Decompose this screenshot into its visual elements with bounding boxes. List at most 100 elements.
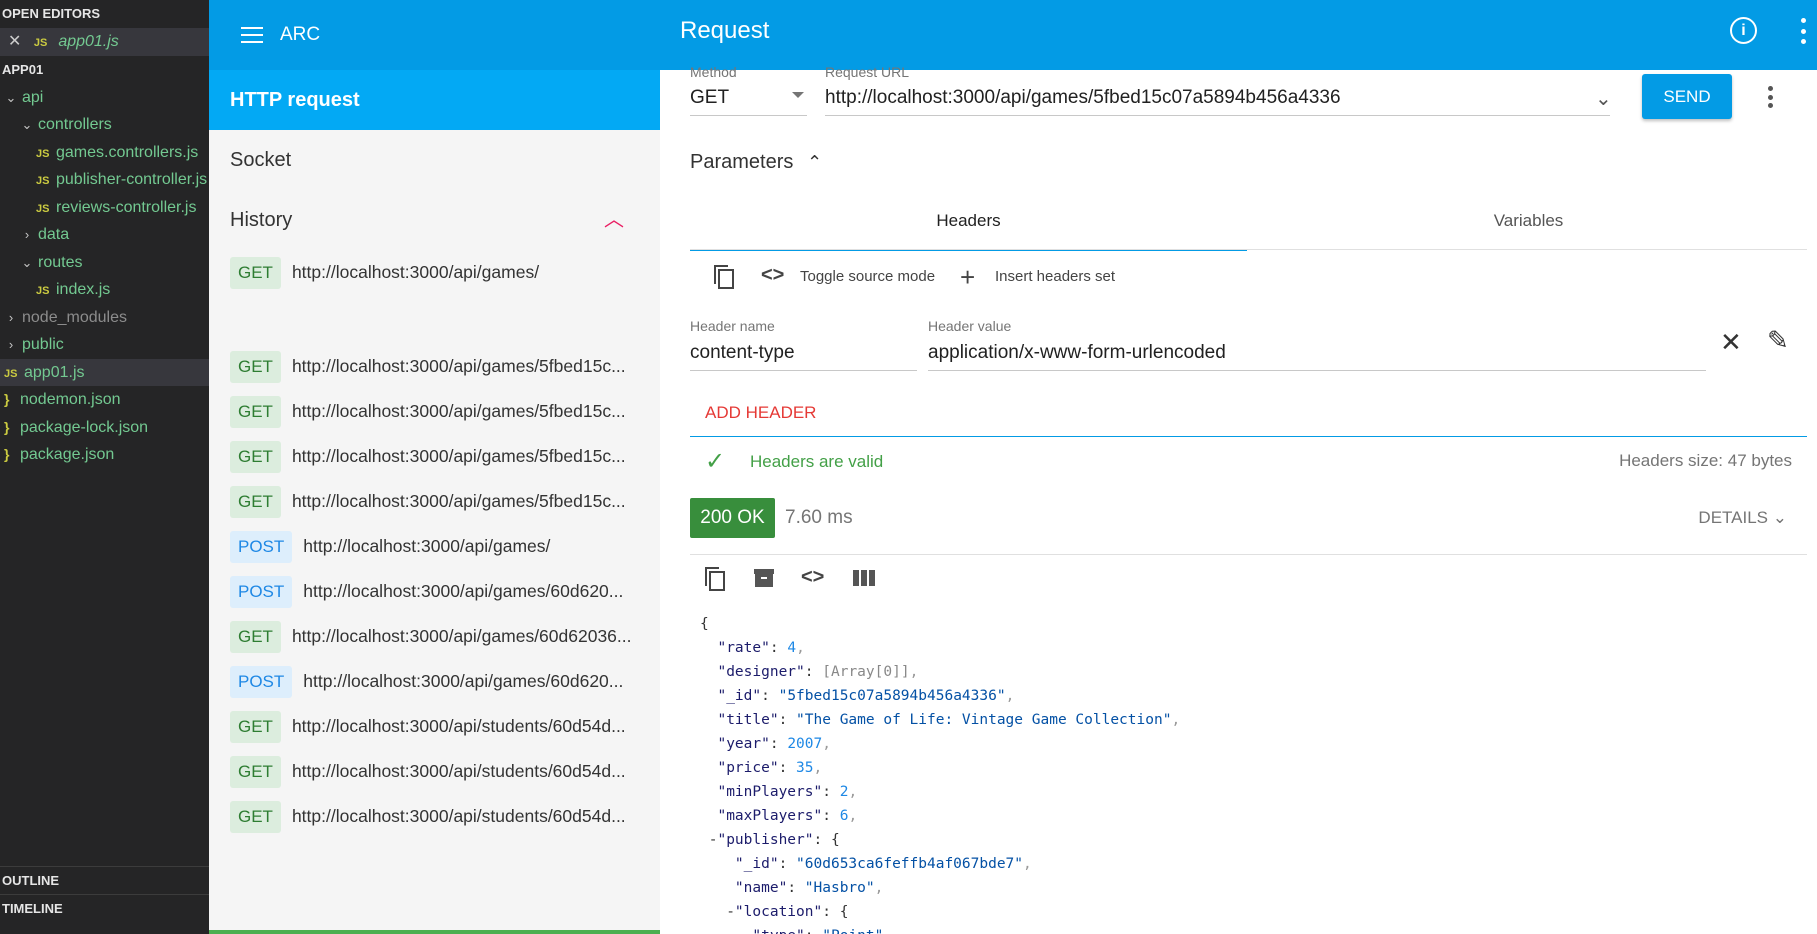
timeline-section[interactable]: TIMELINE (0, 894, 209, 923)
tree-item[interactable]: ⌄ api (0, 84, 209, 112)
outline-section[interactable]: OUTLINE (0, 866, 209, 895)
archive-icon[interactable] (752, 566, 776, 596)
project-header[interactable]: APP01 (0, 56, 209, 84)
details-label: DETAILS (1698, 508, 1769, 527)
json-token: : { (813, 832, 840, 848)
tree-item-label: node_modules (22, 308, 127, 326)
toggle-source-mode-button[interactable]: Toggle source mode (800, 268, 935, 285)
tree-item-label: package.json (20, 446, 115, 463)
tree-item[interactable]: › node_modules (0, 304, 209, 332)
menu-icon[interactable] (241, 27, 263, 43)
nav-socket[interactable]: Socket (209, 130, 660, 190)
tree-item[interactable]: JS app01.js (0, 358, 209, 386)
json-token: "year" (717, 736, 770, 752)
copy-icon[interactable] (712, 263, 736, 297)
tree-item[interactable]: › public (0, 331, 209, 359)
tree-item[interactable]: JS games.controllers.js (0, 139, 209, 167)
history-item[interactable]: POST http://localhost:3000/api/games/60d6… (209, 659, 660, 704)
add-icon[interactable]: + (960, 262, 975, 293)
add-header-button[interactable]: ADD HEADER (705, 403, 816, 423)
code-icon[interactable]: <> (761, 264, 784, 287)
more-vert-icon[interactable] (1768, 86, 1774, 108)
json-line: "name": "Hasbro", (700, 876, 1180, 900)
url-input[interactable]: http://localhost:3000/api/games/5fbed15c… (825, 87, 1341, 109)
tree-item[interactable]: JS index.js (0, 276, 209, 304)
open-editor-item[interactable]: ✕ JS app01.js (0, 28, 209, 56)
parameters-label[interactable]: Parameters (690, 151, 793, 174)
json-token: 35 (796, 760, 814, 776)
tree-item[interactable]: ⌄ routes (0, 249, 209, 277)
send-button[interactable]: SEND (1642, 74, 1732, 119)
more-vert-icon[interactable] (1801, 18, 1807, 44)
tree-item-label: controllers (38, 116, 112, 133)
history-item[interactable]: GET http://localhost:3000/api/games/5fbed… (209, 344, 660, 389)
info-icon[interactable]: i (1730, 17, 1757, 44)
chevron-up-icon[interactable]: ︿ (604, 190, 624, 250)
response-json-viewer[interactable]: { "rate": 4, "designer": [Array[0]], "_i… (700, 612, 1180, 934)
chevron-up-icon[interactable]: ⌄ (807, 150, 822, 171)
vscode-explorer: OPEN EDITORS ✕ JS app01.js APP01 ⌄ api ⌄ co… (0, 0, 209, 934)
close-icon[interactable]: ✕ (1720, 327, 1742, 358)
history-item[interactable]: POST http://localhost:3000/api/games/60d6… (209, 569, 660, 614)
history-item[interactable]: GET http://localhost:3000/api/games/5fbed… (209, 479, 660, 524)
header-value-input[interactable]: application/x-www-form-urlencoded (928, 342, 1226, 364)
history-item[interactable]: GET http://localhost:3000/api/games/5fbed… (209, 434, 660, 479)
tree-item[interactable]: } package-lock.json (0, 414, 209, 442)
history-item[interactable]: GET http://localhost:3000/api/students/60… (209, 794, 660, 839)
tree-item[interactable]: } package.json (0, 441, 209, 469)
method-badge: POST (230, 665, 293, 698)
close-icon[interactable]: ✕ (8, 33, 21, 50)
history-item[interactable]: POST http://localhost:3000/api/games/ (209, 524, 660, 569)
json-token: "designer" (717, 664, 805, 680)
nav-http-request[interactable]: HTTP request (209, 70, 660, 130)
chevron-down-icon[interactable] (792, 92, 804, 98)
details-button[interactable]: DETAILS ⌄ (1698, 508, 1787, 528)
insert-headers-set-button[interactable]: Insert headers set (995, 268, 1115, 285)
js-file-icon: JS (4, 367, 18, 380)
nav-history[interactable]: History ︿ (209, 190, 660, 250)
history-item[interactable]: GET http://localhost:3000/api/games/5fbed… (209, 389, 660, 434)
history-item[interactable]: GET http://localhost:3000/api/students/60… (209, 749, 660, 794)
tree-item[interactable]: JS reviews-controller.js (0, 194, 209, 222)
header-name-input[interactable]: content-type (690, 342, 795, 364)
tree-item[interactable]: } nodemon.json (0, 386, 209, 414)
history-item[interactable]: GET http://localhost:3000/api/games/ (209, 250, 660, 295)
tree-item-label: data (38, 226, 70, 243)
history-item[interactable]: GET http://localhost:3000/api/students/60… (209, 704, 660, 749)
open-editors-header[interactable]: OPEN EDITORS (0, 0, 209, 28)
headers-valid-text: Headers are valid (750, 452, 884, 471)
method-select[interactable]: GET (690, 87, 729, 109)
json-line: "year": 2007, (700, 732, 1180, 756)
arc-navigation: ARC HTTP request Socket History ︿ GET htt… (209, 0, 660, 934)
json-file-icon: } (4, 418, 10, 435)
tree-item[interactable]: ⌄ controllers (0, 111, 209, 139)
timeline-header[interactable]: TIMELINE (0, 895, 209, 923)
edit-icon[interactable]: ✎ (1767, 325, 1789, 356)
json-token: , (1023, 856, 1032, 872)
tab-headers[interactable]: Headers (690, 203, 1247, 251)
history-item[interactable]: GET http://localhost:3000/api/games/60d62… (209, 614, 660, 659)
outline-header[interactable]: OUTLINE (0, 867, 209, 895)
header-name-underline (690, 370, 917, 371)
tree-item[interactable]: JS publisher-controller.js (0, 166, 209, 194)
method-underline (690, 115, 807, 116)
json-token: - (700, 904, 735, 920)
tree-item[interactable]: › data (0, 221, 209, 249)
view-column-icon[interactable] (853, 568, 875, 594)
json-line: "maxPlayers": 6, (700, 804, 1180, 828)
copy-icon[interactable] (703, 565, 727, 599)
history-url: http://localhost:3000/api/games/60d620..… (303, 581, 624, 601)
json-token: "The Game of Life: Vintage Game Collecti… (796, 712, 1172, 728)
history-url: http://localhost:3000/api/students/60d54… (291, 761, 626, 781)
tree-item-label: package-lock.json (20, 418, 149, 436)
headers-size-text: Headers size: 47 bytes (1619, 451, 1792, 470)
tab-variables[interactable]: Variables (1250, 203, 1807, 251)
json-token: , (848, 808, 858, 824)
url-dropdown-icon[interactable]: ⌄ (1595, 86, 1612, 111)
code-icon[interactable]: <> (801, 566, 824, 589)
nav-history-label: History (230, 209, 293, 231)
